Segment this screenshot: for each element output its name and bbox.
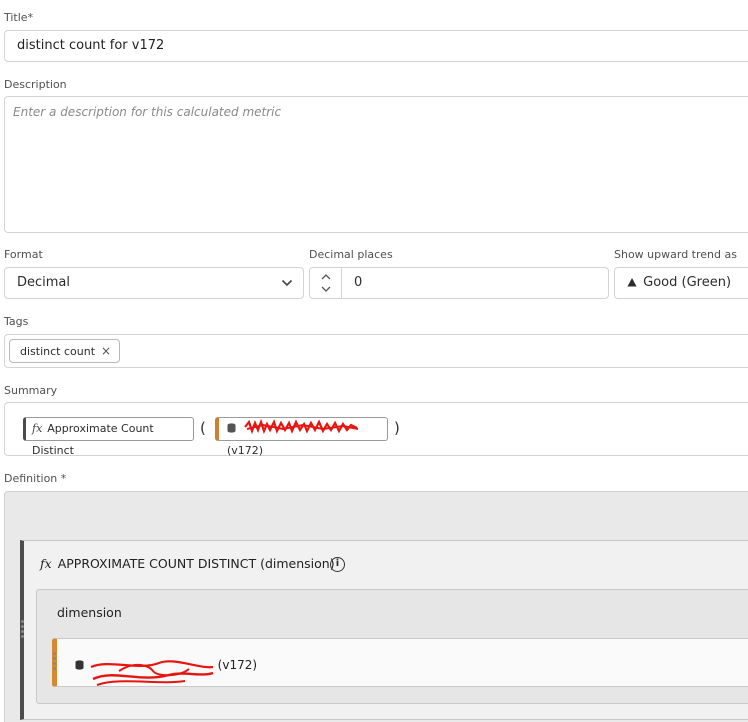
tags-label: Tags: [4, 315, 29, 328]
definition-label: Definition *: [4, 472, 67, 485]
trend-select[interactable]: Good (Green): [614, 267, 748, 299]
redaction-scribble: [243, 418, 358, 435]
function-icon: fx: [32, 422, 43, 435]
dimension-icon: [75, 660, 84, 670]
triangle-up-icon: [627, 278, 637, 287]
open-paren: (: [200, 419, 206, 437]
decimal-places-label: Decimal places: [309, 248, 393, 261]
trend-value: Good (Green): [643, 275, 732, 290]
dimension-card-suffix: (v172): [217, 658, 258, 672]
info-icon[interactable]: i: [330, 557, 345, 572]
dimension-icon: [227, 423, 236, 433]
card-drag-handle-icon[interactable]: [53, 652, 56, 672]
stepper-buttons[interactable]: [310, 268, 342, 298]
decimal-places-value: 0: [354, 275, 363, 290]
format-label: Format: [4, 248, 43, 261]
summary-dimension-suffix: (v172): [227, 444, 264, 457]
remove-tag-icon[interactable]: ×: [101, 344, 111, 358]
description-textarea[interactable]: Enter a description for this calculated …: [4, 96, 748, 233]
dimension-card-content: (v172): [75, 655, 257, 689]
summary-dimension-chip: (v172): [215, 417, 388, 457]
decimal-places-stepper[interactable]: 0: [309, 267, 609, 299]
tag-label: distinct count: [20, 345, 96, 358]
function-icon: fx: [40, 556, 52, 571]
summary-function-chip: fx Approximate Count Distinct: [23, 417, 194, 457]
tag-chip: distinct count ×: [9, 339, 121, 363]
redaction-scribble: [90, 660, 214, 686]
format-value: Decimal: [17, 275, 71, 290]
function-title: fx APPROXIMATE COUNT DISTINCT (dimension): [40, 556, 335, 571]
format-select[interactable]: Decimal: [4, 267, 304, 299]
dimension-slot-label: dimension: [57, 605, 122, 620]
tags-field[interactable]: distinct count ×: [4, 334, 748, 368]
description-label: Description: [4, 78, 67, 91]
chevron-down-icon: [281, 279, 293, 287]
summary-box: fx Approximate Count Distinct ( (v172) ): [4, 402, 748, 457]
summary-function-label: Approximate Count Distinct: [32, 422, 154, 457]
drag-handle-icon[interactable]: [21, 620, 24, 640]
close-paren: ): [394, 419, 400, 437]
stepper-arrows-icon: [321, 274, 331, 292]
summary-label: Summary: [4, 384, 58, 397]
title-input[interactable]: distinct count for v172: [4, 30, 748, 62]
title-label: Title*: [4, 11, 34, 24]
trend-label: Show upward trend as: [614, 248, 737, 261]
